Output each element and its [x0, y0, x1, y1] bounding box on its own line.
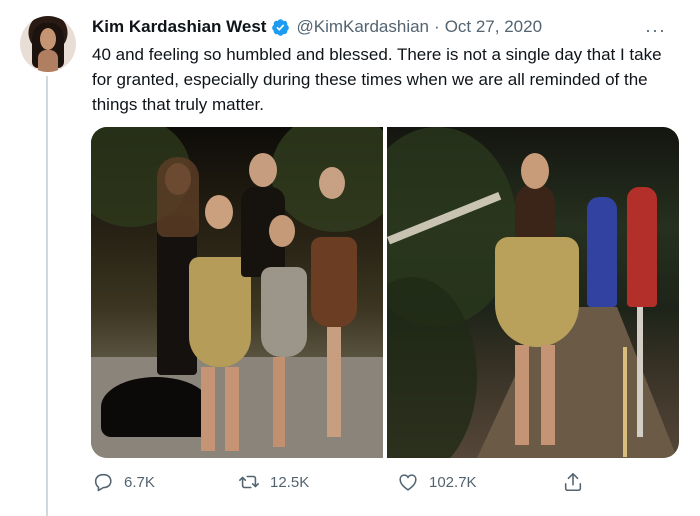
face-4 — [269, 215, 295, 247]
author-name[interactable]: Kim Kardashian West — [92, 17, 266, 37]
reply-icon — [94, 473, 112, 492]
share-button[interactable] — [562, 471, 594, 493]
verified-badge-icon — [272, 18, 290, 36]
more-options-button[interactable]: ··· — [645, 20, 666, 41]
hair-1 — [157, 157, 199, 237]
figure-sequin-dress — [261, 267, 307, 357]
heart-icon — [399, 474, 417, 491]
background-person-red — [627, 187, 657, 307]
leg-right-a — [515, 345, 529, 445]
face-3 — [249, 153, 277, 187]
legs-4 — [273, 357, 285, 447]
path-light — [623, 347, 627, 457]
share-icon — [564, 472, 582, 492]
tweet-actions: 6.7K 12.5K 102.7K — [92, 471, 592, 499]
tweet-text: 40 and feeling so humbled and blessed. T… — [92, 45, 662, 114]
like-count: 102.7K — [429, 473, 477, 491]
face-5 — [319, 167, 345, 199]
separator-dot: · — [434, 17, 440, 36]
author-handle[interactable]: @KimKardashian — [296, 17, 429, 37]
legs-2b — [225, 367, 239, 451]
retweet-button[interactable]: 12.5K — [238, 471, 309, 493]
avatar-body — [38, 50, 58, 72]
thread-line — [46, 76, 48, 516]
like-button[interactable]: 102.7K — [397, 471, 477, 493]
reply-button[interactable]: 6.7K — [92, 471, 155, 493]
dress-train — [101, 377, 211, 437]
legs-5 — [327, 327, 341, 437]
media-photo-walkway[interactable] — [387, 127, 679, 458]
tweet[interactable]: Kim Kardashian West @KimKardashian · Oct… — [0, 0, 700, 516]
figure-gold-dress-right — [495, 237, 579, 347]
tweet-media[interactable] — [91, 127, 679, 458]
figure-animal-print — [311, 237, 357, 327]
retweet-icon — [239, 475, 259, 489]
tweet-date[interactable]: Oct 27, 2020 — [445, 17, 542, 37]
background-person-blue — [587, 197, 617, 307]
retweet-count: 12.5K — [270, 473, 310, 491]
face-right — [521, 153, 549, 189]
tweet-header: Kim Kardashian West @KimKardashian · Oct… — [92, 16, 542, 38]
face-2 — [205, 195, 233, 229]
reply-count: 6.7K — [124, 473, 155, 491]
legs-2a — [201, 367, 215, 451]
media-photo-group[interactable] — [91, 127, 383, 458]
avatar[interactable] — [20, 16, 76, 72]
leg-right-b — [541, 345, 555, 445]
avatar-face — [40, 28, 56, 50]
